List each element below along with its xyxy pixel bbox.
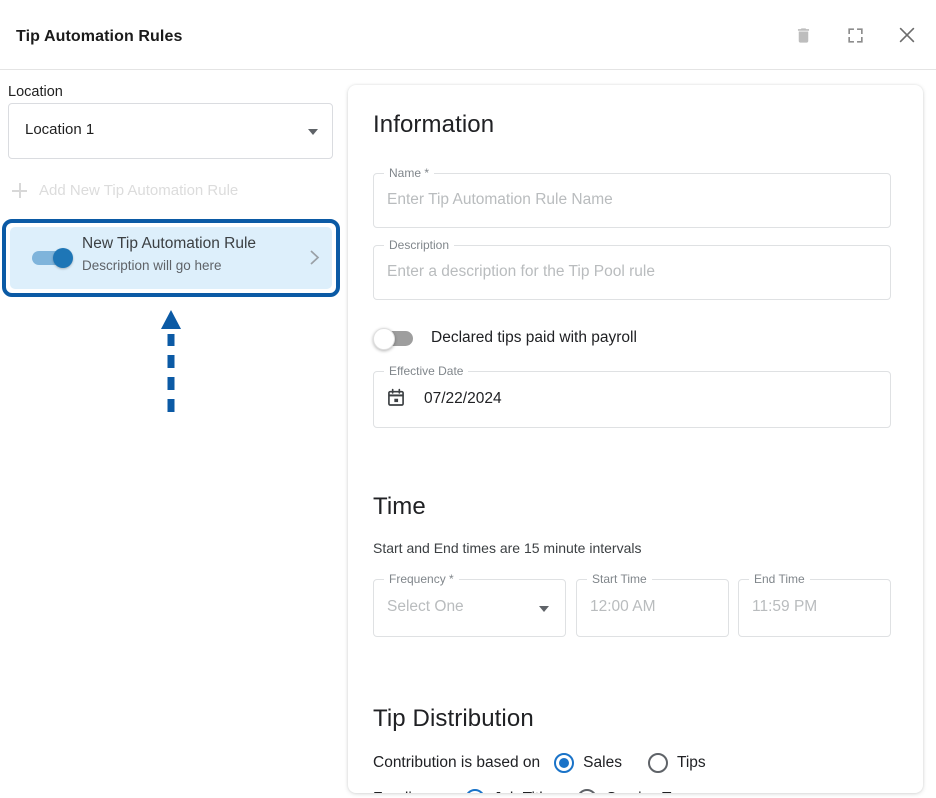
name-field-label: Name *: [384, 166, 435, 180]
start-time-field[interactable]: Start Time 12:00 AM: [576, 572, 729, 637]
start-time-placeholder: 12:00 AM: [590, 598, 656, 615]
time-helper-text: Start and End times are 15 minute interv…: [373, 540, 642, 556]
radio-funding-service-type[interactable]: [577, 789, 598, 793]
frequency-select-value: Select One: [387, 598, 464, 615]
radio-funding-service-type-label: Service Type: [606, 790, 695, 793]
chevron-down-icon: [539, 606, 549, 612]
location-select[interactable]: Location 1: [8, 103, 333, 159]
effective-date-label: Effective Date: [384, 364, 469, 378]
radio-contribution-sales[interactable]: [554, 753, 575, 773]
chevron-right-icon[interactable]: [309, 249, 320, 270]
description-field-label: Description: [384, 238, 455, 252]
plus-icon: [12, 183, 27, 198]
contribution-prefix-label: Contribution is based on: [373, 754, 541, 771]
rule-list-item-description: Description will go here: [82, 258, 222, 273]
payroll-toggle[interactable]: [373, 328, 415, 350]
frequency-select[interactable]: Frequency * Select One: [373, 572, 566, 637]
radio-contribution-tips[interactable]: [647, 753, 668, 773]
end-time-field-label: End Time: [749, 572, 810, 586]
effective-date-field[interactable]: Effective Date 07/22/2024: [373, 364, 891, 428]
fullscreen-icon[interactable]: [840, 20, 870, 50]
description-input-placeholder: Enter a description for the Tip Pool rul…: [387, 263, 655, 280]
rule-enabled-toggle[interactable]: [32, 248, 76, 268]
effective-date-value: 07/22/2024: [424, 390, 502, 407]
rule-list-item[interactable]: New Tip Automation Rule Description will…: [10, 227, 332, 289]
contribution-radio-group: Contribution is based on Sales Tips: [373, 753, 732, 773]
description-field[interactable]: Description Enter a description for the …: [373, 238, 891, 300]
add-new-rule-label: Add New Tip Automation Rule: [39, 182, 239, 199]
rules-sidebar: Location Location 1 Add New Tip Automati…: [0, 70, 348, 798]
close-icon[interactable]: [892, 20, 922, 50]
location-select-value: Location 1: [25, 121, 95, 138]
end-time-field[interactable]: End Time 11:59 PM: [738, 572, 891, 637]
payroll-toggle-label: Declared tips paid with payroll: [431, 329, 637, 346]
toggle-thumb: [373, 328, 395, 350]
tip-distribution-heading: Tip Distribution: [373, 705, 534, 732]
location-label: Location: [8, 84, 63, 100]
delete-icon[interactable]: [788, 20, 818, 50]
dialog-titlebar: Tip Automation Rules: [0, 0, 936, 70]
name-field[interactable]: Name * Enter Tip Automation Rule Name: [373, 166, 891, 228]
annotation-arrow-up: [160, 308, 182, 414]
frequency-field-label: Frequency *: [384, 572, 459, 586]
page-title: Tip Automation Rules: [16, 28, 183, 45]
chevron-down-icon: [308, 129, 318, 135]
radio-contribution-tips-label: Tips: [676, 754, 706, 771]
funding-prefix-label: Funding on: [373, 790, 451, 793]
titlebar-actions: [788, 20, 922, 50]
funding-radio-group: Funding on Job Title Service Type: [373, 789, 722, 793]
radio-contribution-sales-label: Sales: [583, 754, 622, 771]
information-heading: Information: [373, 111, 495, 138]
radio-funding-job-title[interactable]: [464, 789, 485, 793]
rule-list-item-title: New Tip Automation Rule: [82, 235, 257, 252]
toggle-thumb: [53, 248, 73, 268]
rule-detail-panel: Information Name * Enter Tip Automation …: [348, 85, 923, 793]
add-new-rule-button[interactable]: Add New Tip Automation Rule: [12, 182, 238, 199]
radio-funding-job-title-label: Job Title: [494, 790, 552, 793]
name-input-placeholder: Enter Tip Automation Rule Name: [387, 191, 613, 208]
time-heading: Time: [373, 493, 426, 520]
calendar-icon[interactable]: [386, 387, 406, 413]
end-time-placeholder: 11:59 PM: [752, 598, 818, 615]
start-time-field-label: Start Time: [587, 572, 652, 586]
payroll-toggle-row: Declared tips paid with payroll: [373, 328, 637, 350]
